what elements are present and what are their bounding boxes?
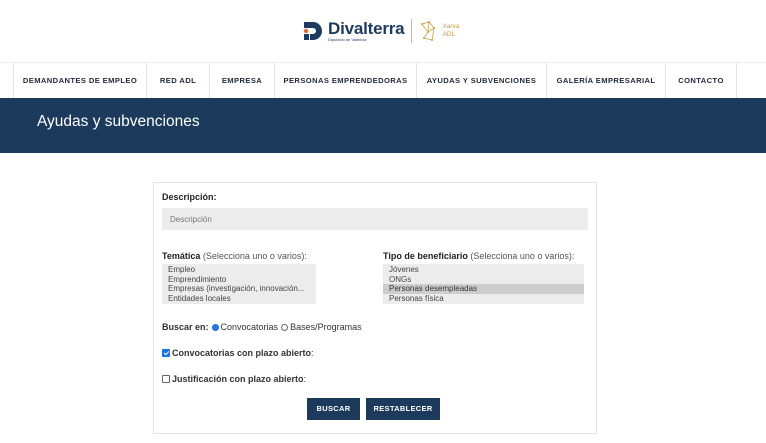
- buscar-en-group: Buscar en: Convocatorias Bases/Programas: [162, 322, 362, 332]
- tematica-label: Temática (Selecciona uno o varios):: [162, 251, 307, 261]
- nav-item-ayudas-y-subvenciones[interactable]: AYUDAS Y SUBVENCIONES: [416, 63, 546, 99]
- beneficiario-listbox[interactable]: Jóvenes ONGs Personas desempleadas Perso…: [383, 264, 584, 304]
- brand-wordmark: Divalterra Diputació de València: [328, 19, 405, 42]
- nav-item-contacto[interactable]: CONTACTO: [665, 63, 737, 99]
- reset-button[interactable]: RESTABLECER: [366, 398, 440, 420]
- justificacion-abierto-label[interactable]: Justificación con plazo abierto: [172, 374, 304, 384]
- tematica-option[interactable]: Empleo: [162, 265, 316, 275]
- beneficiario-option-selected[interactable]: Personas desempleadas: [383, 284, 584, 294]
- justificacion-abierto-row: Justificación con plazo abierto:: [162, 374, 306, 384]
- tematica-listbox[interactable]: Empleo Emprendimiento Empresas (investig…: [162, 264, 316, 304]
- beneficiario-hint: (Selecciona uno o varios):: [470, 251, 575, 261]
- tematica-option[interactable]: Empresas (investigación, innovación...: [162, 284, 316, 294]
- bases-programas-radio-label[interactable]: Bases/Programas: [290, 322, 362, 332]
- buscar-en-label: Buscar en:: [162, 322, 209, 332]
- convocatorias-radio[interactable]: [211, 323, 219, 331]
- description-label: Descripción:: [162, 192, 217, 202]
- nav-item-personas-emprendedoras[interactable]: PERSONAS EMPRENDEDORAS: [274, 63, 416, 99]
- convocatorias-radio-label[interactable]: Convocatorias: [221, 322, 279, 332]
- page-banner: Ayudas y subvenciones: [0, 98, 766, 153]
- bases-programas-radio[interactable]: [281, 323, 289, 331]
- tematica-option[interactable]: Entidades locales: [162, 294, 316, 304]
- xarxa-adl-network-icon: [421, 21, 436, 41]
- justificacion-abierto-suffix: :: [303, 374, 307, 384]
- nav-item-galeria-empresarial[interactable]: GALERÍA EMPRESARIAL: [546, 63, 665, 99]
- nav-item-red-adl[interactable]: RED ADL: [146, 63, 209, 99]
- beneficiario-label: Tipo de beneficiario (Selecciona uno o v…: [383, 251, 574, 261]
- beneficiario-label-text: Tipo de beneficiario: [383, 251, 468, 261]
- brand-subtitle: Diputació de València: [328, 37, 367, 42]
- beneficiario-option[interactable]: Jóvenes: [383, 265, 584, 275]
- search-button[interactable]: BUSCAR: [307, 398, 360, 420]
- partner-line-2: ADL: [442, 31, 456, 38]
- nav-item-demandantes-de-empleo[interactable]: DEMANDANTES DE EMPLEO: [13, 63, 146, 99]
- nav-item-empresa[interactable]: EMPRESA: [209, 63, 274, 99]
- beneficiario-option[interactable]: ONGs: [383, 275, 584, 285]
- site-logo[interactable]: Divalterra Diputació de València Xarxa A…: [302, 17, 459, 45]
- convocatorias-abierto-suffix: :: [311, 348, 314, 358]
- convocatorias-abierto-checkbox[interactable]: [162, 349, 170, 357]
- site-header: Divalterra Diputació de València Xarxa A…: [0, 0, 766, 62]
- tematica-label-text: Temática: [162, 251, 201, 261]
- convocatorias-abierto-label[interactable]: Convocatorias con plazo abierto: [172, 348, 311, 358]
- partner-wordmark: Xarxa ADL: [442, 23, 459, 39]
- tematica-hint: (Selecciona uno o varios):: [202, 251, 307, 261]
- convocatorias-abierto-row: Convocatorias con plazo abierto:: [162, 348, 314, 358]
- description-input[interactable]: [162, 208, 588, 230]
- logo-divider: [411, 19, 413, 43]
- divalterra-logo-icon: [303, 22, 322, 40]
- beneficiario-option[interactable]: Personas física: [383, 294, 584, 304]
- main-nav: DEMANDANTES DE EMPLEO RED ADL EMPRESA PE…: [0, 62, 766, 99]
- partner-line-1: Xarxa: [442, 23, 460, 31]
- tematica-option[interactable]: Emprendimiento: [162, 275, 316, 285]
- brand-name: Divalterra: [328, 19, 405, 38]
- justificacion-abierto-checkbox[interactable]: [162, 375, 170, 383]
- page-title: Ayudas y subvenciones: [37, 113, 200, 130]
